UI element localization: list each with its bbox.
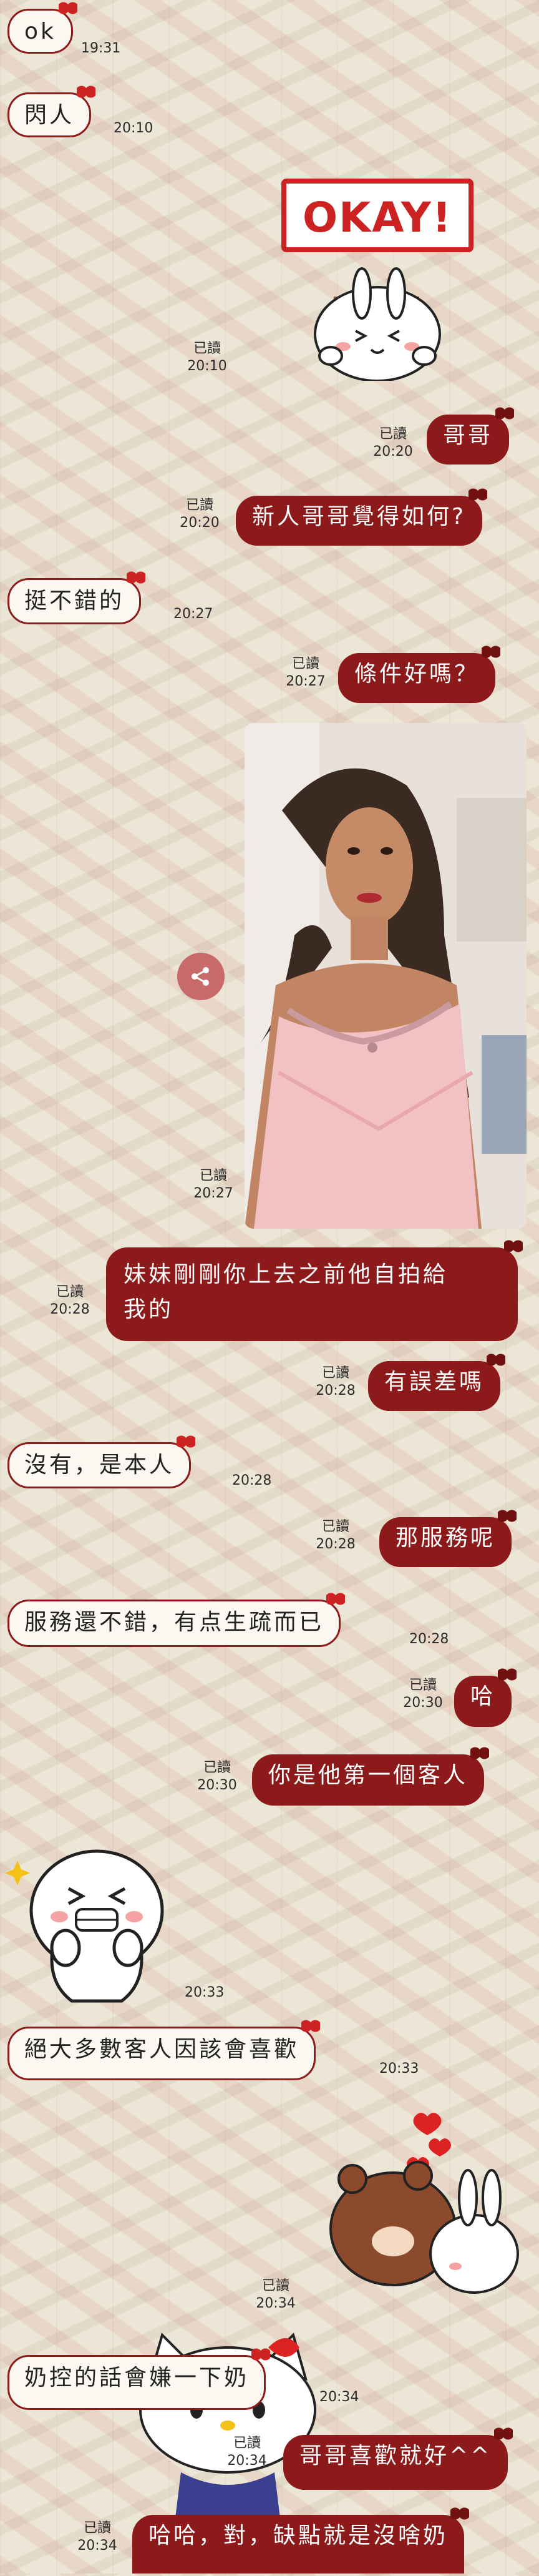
message-text: 新人哥哥覺得如何? [252,504,467,529]
message-time: 20:34 [319,2389,359,2405]
message-text: 那服務呢 [396,1525,496,1551]
message-meta: 已讀 20:34 [221,2435,273,2470]
laughing-sticker[interactable] [0,1836,168,2010]
message-time: 20:30 [197,1777,237,1793]
outgoing-message[interactable]: 哥哥 [427,407,515,465]
message-meta: 已讀 20:20 [173,497,226,532]
read-receipt: 已讀 [185,498,213,513]
read-receipt: 已讀 [233,2436,261,2451]
read-receipt: 已讀 [321,1365,349,1381]
message-time: 20:28 [316,1536,356,1552]
message-time: 20:20 [180,515,220,531]
outgoing-message[interactable]: 有誤差嗎 [368,1354,506,1411]
message-meta: 已讀 20:28 [309,1365,362,1400]
share-icon [192,967,209,986]
message-time: 20:28 [50,1302,90,1317]
outgoing-message[interactable]: 妹妹剛剛你上去之前他自拍給 我的 [106,1240,523,1341]
brown-cony-hug-icon [329,2113,519,2294]
message-text: 絕大多數客人因該會喜歡 [24,2037,299,2062]
message-time: 20:20 [373,444,413,460]
outgoing-message[interactable]: 新人哥哥覺得如何? [236,488,488,546]
message-text: ok [24,19,56,44]
message-meta: 已讀 20:20 [367,426,419,461]
photo-message[interactable] [245,723,527,1229]
incoming-message[interactable]: 絕大多數客人因該會喜歡 [7,2020,321,2080]
read-receipt: 已讀 [261,2278,289,2294]
message-time: 20:34 [227,2453,267,2469]
message-time: 20:34 [256,2296,296,2311]
okay-sticker[interactable]: OKAY! [274,175,480,382]
outgoing-message[interactable]: 條件好嗎？ [338,646,501,703]
outgoing-message[interactable]: 那服務呢 [379,1510,517,1567]
read-receipt: 已讀 [193,341,221,356]
message-meta: 已讀 20:30 [191,1759,243,1794]
message-text: 哈 [470,1684,496,1709]
message-time: 20:33 [185,1985,225,2000]
read-receipt: 已讀 [321,1519,349,1535]
outgoing-message[interactable]: 哈哈，對，缺點就是沒啥奶 [132,2507,470,2574]
message-time: 20:10 [187,358,227,374]
message-time: 20:27 [193,1186,233,1201]
read-receipt: 已讀 [409,1678,437,1693]
bear-hug-sticker[interactable] [324,2110,530,2304]
message-meta: 已讀 20:30 [397,1677,449,1712]
message-time: 20:33 [379,2061,419,2077]
read-receipt: 已讀 [199,1168,227,1184]
message-text: 奶控的話會嫌一下奶 [24,2365,250,2391]
message-text: 你是他第一個客人 [268,1762,469,1788]
read-receipt: 已讀 [379,426,407,442]
read-receipt: 已讀 [83,2520,111,2536]
laughing-face-icon [5,1849,164,2003]
message-text: 服務還不錯，有点生疏而已 [24,1610,324,1635]
message-time: 20:28 [409,1631,449,1647]
message-time: 20:28 [232,1473,272,1488]
read-receipt: 已讀 [291,656,319,672]
incoming-message[interactable]: 閃人 [7,86,96,137]
message-meta: 已讀 20:28 [309,1518,362,1553]
message-time: 20:28 [316,1383,356,1399]
incoming-message[interactable]: 服務還不錯，有点生疏而已 [7,1593,346,1647]
message-meta: 已讀 20:28 [44,1284,96,1319]
message-time: 20:27 [286,674,326,689]
message-meta: 已讀 20:27 [187,1168,240,1202]
outgoing-message[interactable]: 哈 [454,1668,517,1727]
outgoing-message[interactable]: 你是他第一個客人 [252,1747,490,1806]
message-text: 條件好嗎？ [354,661,480,687]
message-time: 19:31 [81,41,121,56]
message-text: 有誤差嗎 [384,1369,485,1395]
message-time: 20:30 [403,1695,443,1711]
message-text-line: 妹妹剛剛你上去之前他自拍給 [124,1262,449,1287]
read-receipt: 已讀 [203,1760,231,1776]
message-meta: 已讀 20:27 [279,656,332,691]
message-text: 哥哥喜歡就好^^ [299,2443,492,2469]
message-text: 挺不錯的 [24,588,125,614]
message-meta: 已讀 20:10 [181,340,233,375]
incoming-message[interactable]: 奶控的話會嫌一下奶 [7,2348,271,2410]
selfie-photo [245,723,527,1229]
message-time: 20:27 [173,606,213,622]
message-text: 閃人 [24,102,75,128]
incoming-message[interactable]: 挺不錯的 [7,571,146,624]
message-text-line: 我的 [124,1297,174,1322]
read-receipt: 已讀 [56,1284,84,1300]
message-time: 20:10 [114,120,153,136]
incoming-message[interactable]: 沒有，是本人 [7,1435,196,1488]
message-text: 沒有，是本人 [24,1452,175,1478]
message-text: 哈哈，對，缺點就是沒啥奶 [148,2523,449,2549]
incoming-message[interactable]: ok [7,2,77,54]
outgoing-message[interactable]: 哥哥喜歡就好^^ [283,2427,513,2490]
message-meta: 已讀 20:34 [250,2278,302,2313]
message-meta: 已讀 20:34 [71,2520,124,2555]
sticker-text: OKAY! [303,194,452,242]
message-time: 20:34 [77,2538,117,2554]
share-button[interactable] [177,953,225,1000]
message-text: 哥哥 [443,423,493,448]
